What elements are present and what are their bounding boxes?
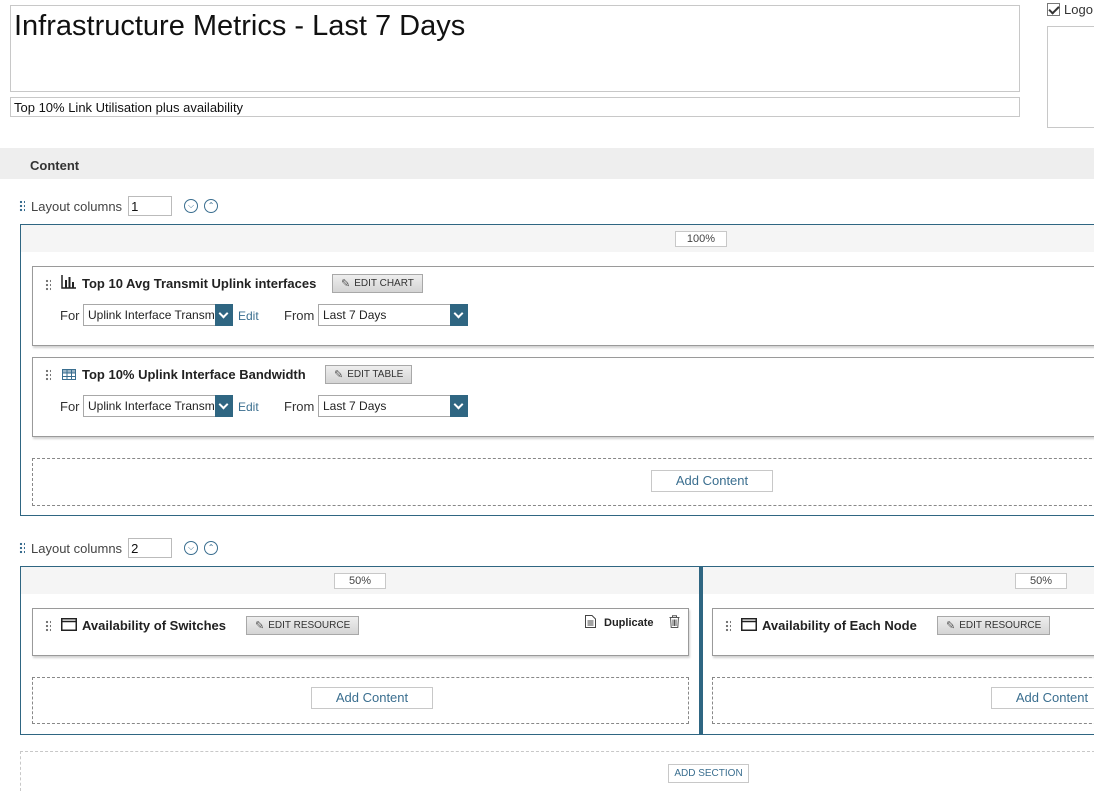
drag-handle-icon[interactable]: [19, 542, 25, 554]
content-item-resource: Availability of Switches ✎ EDIT RESOURCE…: [32, 608, 689, 656]
from-label: From: [284, 308, 315, 323]
for-select[interactable]: Uplink Interface Transmit: [83, 395, 233, 417]
add-content-button[interactable]: Add Content: [991, 687, 1094, 709]
edit-chart-label: EDIT CHART: [354, 278, 414, 289]
edit-resource-button[interactable]: ✎ EDIT RESOURCE: [246, 616, 360, 635]
chevron-down-icon[interactable]: ⌵: [184, 199, 199, 213]
logo-checkbox[interactable]: [1047, 3, 1060, 16]
duplicate-link[interactable]: Duplicate: [604, 617, 654, 629]
column-width-field[interactable]: 50%: [1015, 573, 1067, 589]
pencil-icon: ✎: [334, 369, 344, 381]
column-width-field[interactable]: 50%: [334, 573, 386, 589]
pencil-icon: ✎: [255, 620, 265, 632]
content-item-title: Top 10% Uplink Interface Bandwidth: [82, 367, 306, 382]
drag-handle-icon[interactable]: [19, 200, 25, 212]
add-content-button[interactable]: Add Content: [311, 687, 433, 709]
content-item-resource: Availability of Each Node ✎ EDIT RESOURC…: [712, 608, 1094, 656]
column-width-field[interactable]: 100%: [675, 231, 727, 247]
edit-resource-label: EDIT RESOURCE: [959, 620, 1042, 631]
content-item-title: Availability of Each Node: [762, 618, 917, 633]
resource-window-icon: [61, 618, 77, 634]
report-subtitle-field[interactable]: Top 10% Link Utilisation plus availabili…: [10, 97, 1020, 117]
section-2-column-1: 50% Availability of Switches ✎ EDIT RESO…: [20, 566, 700, 735]
logo-toggle[interactable]: Logo: [1047, 2, 1093, 17]
pencil-icon: ✎: [946, 620, 956, 632]
layout-columns-input[interactable]: [128, 196, 173, 216]
content-item-chart: Top 10 Avg Transmit Uplink interfaces ✎ …: [32, 266, 1094, 346]
for-select-value: Uplink Interface Transmit: [88, 308, 214, 322]
layout-columns-label: Layout columns: [31, 540, 123, 556]
section-2-column-2: 50% Availability of Each Node ✎ EDIT RES…: [702, 566, 1094, 735]
for-label: For: [60, 399, 80, 414]
edit-datasource-link[interactable]: Edit: [238, 400, 259, 414]
section-2-layout-row: Layout columns ⌵ ⌃: [19, 538, 219, 558]
content-section-header: Content: [0, 148, 1094, 179]
section-1-column-header: [21, 225, 1094, 252]
edit-resource-label: EDIT RESOURCE: [268, 620, 351, 631]
add-section-button[interactable]: ADD SECTION: [668, 764, 749, 783]
for-label: For: [60, 308, 80, 323]
chevron-down-icon: [450, 304, 468, 326]
chevron-up-icon[interactable]: ⌃: [204, 199, 219, 213]
from-select[interactable]: Last 7 Days: [318, 395, 468, 417]
chevron-down-icon: [215, 304, 233, 326]
chevron-down-icon: [450, 395, 468, 417]
edit-datasource-link[interactable]: Edit: [238, 309, 259, 323]
section-1-layout-row: Layout columns ⌵ ⌃: [19, 196, 219, 216]
resource-window-icon: [741, 618, 757, 634]
drag-handle-icon[interactable]: [45, 369, 51, 381]
add-content-area: Add Content: [712, 677, 1094, 724]
add-section-area: ADD SECTION: [20, 751, 1094, 791]
drag-handle-icon[interactable]: [45, 279, 51, 291]
table-icon: [62, 368, 76, 383]
edit-chart-button[interactable]: ✎ EDIT CHART: [332, 274, 423, 293]
report-title: Infrastructure Metrics - Last 7 Days: [14, 10, 466, 42]
trash-icon[interactable]: [669, 615, 680, 631]
report-title-field[interactable]: Infrastructure Metrics - Last 7 Days: [10, 5, 1020, 92]
content-section-label: Content: [30, 158, 80, 173]
drag-handle-icon[interactable]: [725, 620, 731, 632]
layout-columns-input[interactable]: [128, 538, 173, 558]
from-select[interactable]: Last 7 Days: [318, 304, 468, 326]
content-item-title: Availability of Switches: [82, 618, 227, 633]
content-item-title: Top 10 Avg Transmit Uplink interfaces: [82, 276, 317, 291]
edit-table-label: EDIT TABLE: [347, 369, 404, 380]
chevron-up-icon[interactable]: ⌃: [204, 541, 219, 555]
from-label: From: [284, 399, 315, 414]
duplicate-icon[interactable]: [585, 615, 596, 631]
report-subtitle: Top 10% Link Utilisation plus availabili…: [14, 100, 244, 115]
edit-table-button[interactable]: ✎ EDIT TABLE: [325, 365, 413, 384]
add-content-button[interactable]: Add Content: [651, 470, 773, 492]
layout-columns-label: Layout columns: [31, 198, 123, 214]
for-select[interactable]: Uplink Interface Transmit: [83, 304, 233, 326]
from-select-value: Last 7 Days: [323, 399, 387, 413]
for-select-value: Uplink Interface Transmit: [88, 399, 214, 413]
add-content-area: Add Content: [32, 458, 1094, 506]
pencil-icon: ✎: [341, 278, 351, 290]
chevron-down-icon[interactable]: ⌵: [184, 541, 199, 555]
logo-label: Logo: [1064, 2, 1093, 17]
content-item-table: Top 10% Uplink Interface Bandwidth ✎ EDI…: [32, 357, 1094, 437]
section-1: 100% Top 10 Avg Transmit Uplink interfac…: [20, 224, 1094, 516]
from-select-value: Last 7 Days: [323, 308, 387, 322]
bar-chart-icon: [61, 275, 77, 292]
add-content-area: Add Content: [32, 677, 689, 724]
edit-resource-button[interactable]: ✎ EDIT RESOURCE: [937, 616, 1051, 635]
logo-image-box[interactable]: [1047, 26, 1094, 128]
drag-handle-icon[interactable]: [45, 620, 51, 632]
chevron-down-icon: [215, 395, 233, 417]
